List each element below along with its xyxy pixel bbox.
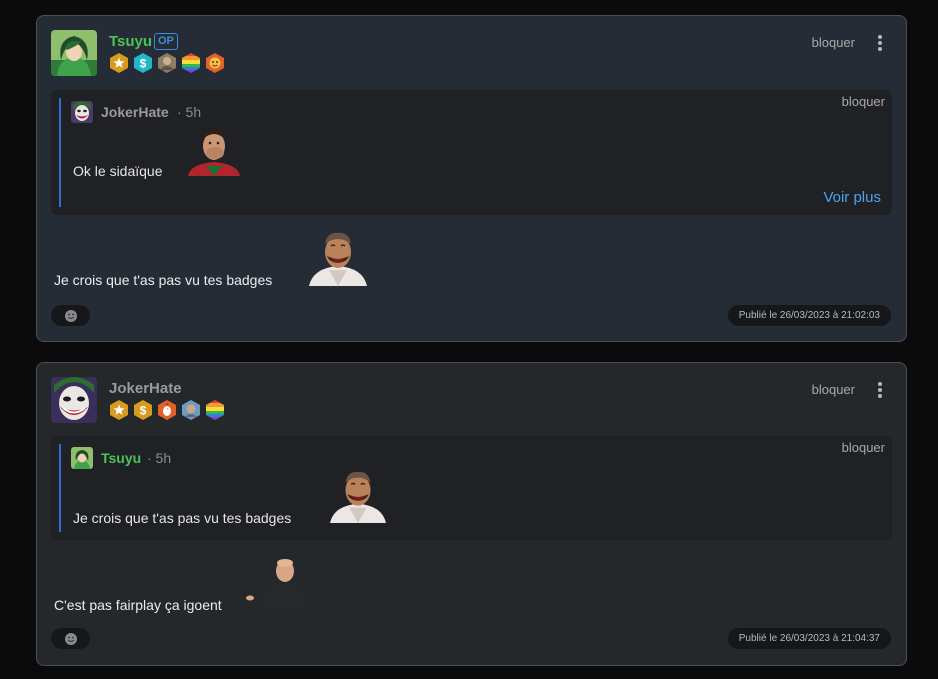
quoted-text: Je crois que t'as pas vu tes badges [73, 510, 292, 526]
chicken-badge-icon [158, 400, 176, 420]
publish-date: Publié le 26/03/2023 à 21:02:03 [727, 305, 891, 326]
smiley-icon [64, 309, 77, 322]
post-card: JokerHate $ bloquer Tsuyu · 5h bloquer J… [36, 362, 907, 666]
quoted-message: JokerHate · 5h bloquer Ok le sidaïque Vo… [51, 90, 892, 215]
block-button[interactable]: bloquer [812, 35, 855, 50]
svg-text:$: $ [140, 404, 147, 418]
add-reaction-button[interactable] [51, 305, 90, 326]
badge-list: $ [108, 52, 226, 74]
quoted-author-avatar[interactable] [71, 447, 93, 469]
quote-bar [59, 98, 61, 207]
laughing-man-sticker-image [330, 471, 386, 523]
message-text: C'est pas fairplay ça igoent [54, 597, 222, 613]
star-badge-icon [110, 400, 128, 420]
more-options-icon[interactable] [875, 35, 885, 51]
author-avatar[interactable] [51, 377, 97, 423]
more-options-icon[interactable] [875, 382, 885, 398]
quoted-author-name[interactable]: JokerHate [101, 104, 169, 120]
badge-list: $ [108, 399, 226, 421]
author-name[interactable]: Tsuyu [109, 33, 152, 50]
rainbow-badge-icon [182, 53, 200, 73]
quoted-time: · 5h [177, 104, 202, 120]
dollar-badge-icon: $ [134, 53, 152, 73]
portrait-badge-icon [182, 400, 200, 420]
block-button[interactable]: bloquer [812, 382, 855, 397]
quoted-time: · 5h [147, 450, 172, 466]
publish-date: Publié le 26/03/2023 à 21:04:37 [727, 628, 891, 649]
author-name[interactable]: JokerHate [109, 380, 182, 397]
see-more-link[interactable]: Voir plus [823, 189, 881, 206]
quoted-author-name[interactable]: Tsuyu [101, 450, 141, 466]
reaction-sticker-image [188, 128, 240, 176]
laughing-man-sticker-image [309, 232, 367, 286]
dollar-badge-icon: $ [134, 400, 152, 420]
quoted-text: Ok le sidaïque [73, 163, 163, 179]
star-badge-icon [110, 53, 128, 73]
message-text: Je crois que t'as pas vu tes badges [54, 272, 273, 288]
portrait-badge-icon [158, 53, 176, 73]
pointing-man-sticker-image [246, 559, 311, 611]
add-reaction-button[interactable] [51, 628, 90, 649]
post-card: Tsuyu OP $ bloquer JokerHate · 5h bloque… [36, 15, 907, 342]
quote-block-button[interactable]: bloquer [842, 94, 885, 109]
author-avatar[interactable] [51, 30, 97, 76]
smiley-icon [64, 632, 77, 645]
quoted-author-avatar[interactable] [71, 101, 93, 123]
quote-block-button[interactable]: bloquer [842, 440, 885, 455]
rainbow-badge-icon [206, 400, 224, 420]
quoted-message: Tsuyu · 5h bloquer Je crois que t'as pas… [51, 436, 892, 540]
quote-bar [59, 444, 61, 532]
op-badge: OP [154, 33, 178, 50]
svg-text:$: $ [140, 57, 147, 71]
face-badge-icon [206, 53, 224, 73]
